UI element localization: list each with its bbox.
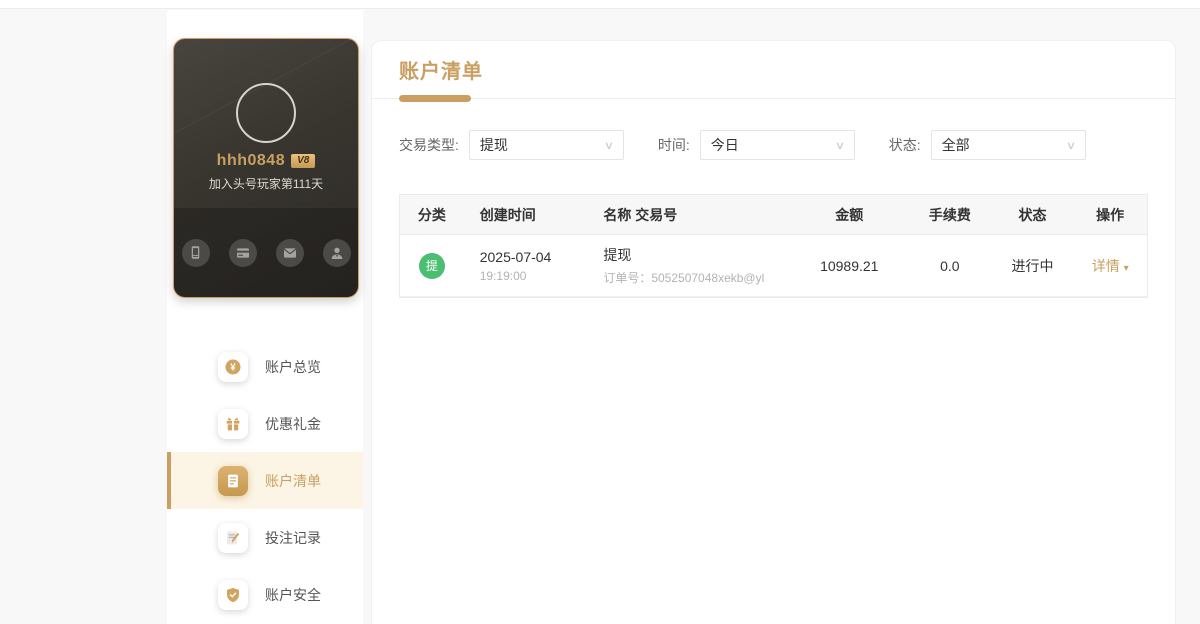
caret-down-icon: ▾	[1123, 262, 1129, 274]
sidebar-item-label: 账户清单	[265, 472, 321, 489]
status-select[interactable]: 全部 ∨	[930, 130, 1086, 160]
user-icon	[331, 247, 342, 259]
user-button[interactable]	[322, 238, 351, 267]
coin-icon: ¥	[218, 351, 248, 382]
join-days-text: 加入头号玩家第111天	[208, 177, 324, 191]
details-label: 详情	[1091, 257, 1120, 274]
transactions-table: 分类 创建时间 名称 交易号 金额 手续费 状态 操作 提 2025-07-04…	[399, 194, 1148, 298]
header-name-txn: 名称 交易号	[603, 206, 678, 223]
sidebar-item-promotions[interactable]: 优惠礼金	[167, 395, 363, 452]
filter-bar: 交易类型: 提现 ∨ 时间: 今日 ∨ 状态: 全部 ∨	[399, 130, 1148, 160]
sidebar-item-label: 投注记录	[265, 529, 321, 546]
phone-icon	[191, 246, 200, 259]
chevron-down-icon: ∨	[834, 139, 845, 152]
sidebar: hhh0848 V8 加入头号玩家第111天 ¥ 账户总览 优惠礼金 账户清单 …	[167, 10, 363, 624]
header-status: 状态	[1018, 206, 1047, 223]
filter-label-status: 状态:	[888, 137, 921, 153]
page-title: 账户清单	[399, 61, 483, 83]
top-border-bar	[0, 0, 1200, 9]
chevron-down-icon: ∨	[1065, 139, 1076, 152]
header-action: 操作	[1096, 206, 1125, 223]
vip-badge: V8	[291, 154, 316, 168]
sidebar-item-account-overview[interactable]: ¥ 账户总览	[167, 338, 363, 395]
sidebar-item-label: 优惠礼金	[265, 415, 321, 432]
select-value: 全部	[941, 137, 970, 153]
sidebar-item-account-statement[interactable]: 账户清单	[167, 452, 363, 509]
withdraw-badge: 提	[418, 252, 445, 279]
select-value: 今日	[710, 137, 739, 153]
chevron-down-icon: ∨	[603, 139, 615, 152]
username: hhh0848	[216, 152, 286, 169]
title-accent-bar	[399, 95, 471, 102]
sidebar-item-account-security[interactable]: 账户安全	[167, 566, 363, 623]
svg-text:¥: ¥	[230, 362, 236, 373]
bank-card-button[interactable]	[228, 238, 257, 267]
row-name: 提现	[603, 247, 632, 263]
row-order-number: 订单号：5052507048xekb@yl	[603, 271, 765, 285]
avatar	[236, 83, 296, 143]
row-date: 2025-07-04	[479, 248, 552, 265]
bank-card-icon	[236, 247, 249, 258]
mail-button[interactable]	[275, 238, 304, 267]
sidebar-item-bet-records[interactable]: 投注记录	[167, 509, 363, 566]
main-panel: 账户清单 交易类型: 提现 ∨ 时间: 今日 ∨ 状态: 全部 ∨ 分类 创建时…	[371, 40, 1176, 624]
statement-icon	[218, 465, 248, 496]
sidebar-item-label: 账户安全	[265, 586, 321, 603]
profile-card: hhh0848 V8 加入头号玩家第111天	[173, 38, 359, 298]
shield-icon	[218, 579, 248, 610]
row-time: 19:19:00	[479, 268, 527, 283]
bet-record-icon	[218, 522, 248, 553]
time-select[interactable]: 今日 ∨	[699, 130, 855, 160]
transaction-type-select[interactable]: 提现 ∨	[468, 130, 624, 160]
phone-button[interactable]	[181, 238, 210, 267]
quick-actions-bar	[174, 207, 358, 297]
filter-label-time: 时间:	[657, 137, 690, 153]
row-fee: 0.0	[940, 257, 960, 274]
mail-icon	[283, 247, 296, 258]
sidebar-item-label: 账户总览	[265, 358, 321, 375]
sidebar-nav: ¥ 账户总览 优惠礼金 账户清单 投注记录 账户安全	[167, 338, 363, 623]
select-value: 提现	[479, 137, 508, 153]
row-amount: 10989.21	[820, 257, 879, 274]
table-header-row: 分类 创建时间 名称 交易号 金额 手续费 状态 操作	[400, 195, 1147, 235]
gift-icon	[218, 408, 248, 439]
header-created-time: 创建时间	[479, 206, 536, 223]
header-fee: 手续费	[928, 206, 971, 223]
header-amount: 金额	[835, 206, 864, 223]
header-category: 分类	[417, 206, 446, 223]
filter-label-transaction-type: 交易类型:	[399, 137, 459, 153]
row-status: 进行中	[1011, 257, 1054, 274]
table-row: 提 2025-07-04 19:19:00 提现 订单号：5052507048x…	[400, 235, 1147, 297]
details-link[interactable]: 详情 ▾	[1092, 258, 1129, 274]
title-divider	[372, 95, 1175, 102]
